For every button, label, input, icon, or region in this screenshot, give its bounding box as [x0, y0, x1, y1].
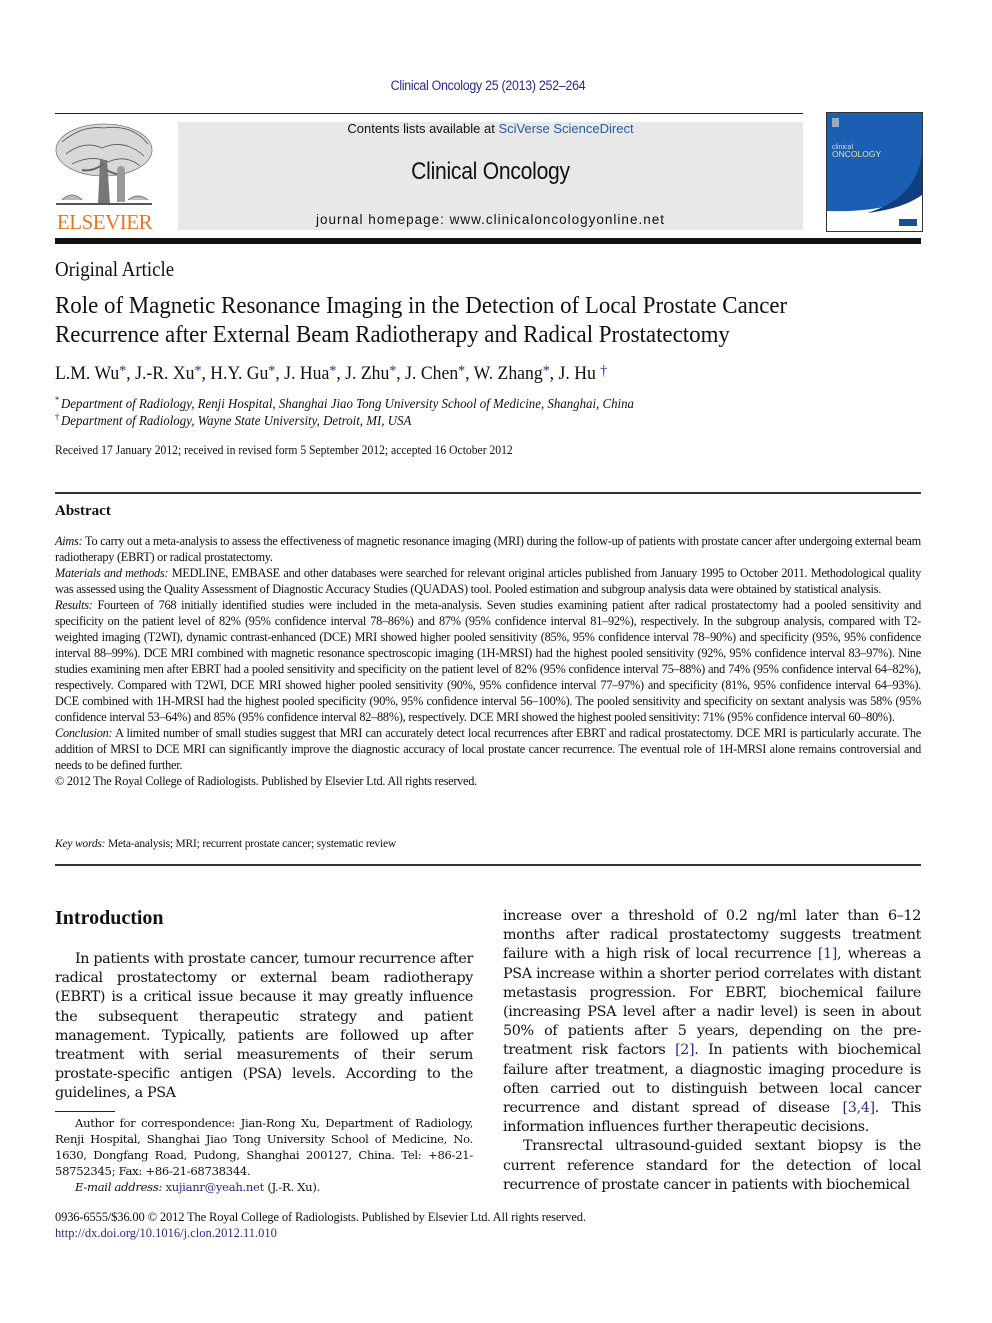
section-text: MEDLINE, EMBASE and other databases were… [55, 566, 921, 596]
author-list: L.M. Wu*, J.-R. Xu*, H.Y. Gu*, J. Hua*, … [55, 363, 608, 384]
paragraph: increase over a threshold of 0.2 ng/ml l… [503, 907, 921, 1137]
affiliation-mark[interactable]: * [458, 363, 465, 379]
keywords-list: Meta-analysis; MRI; recurrent prostate c… [105, 838, 396, 850]
paragraph: In patients with prostate cancer, tumour… [55, 951, 473, 1102]
section-label: Results: [55, 598, 93, 612]
abstract-aims: Aims: To carry out a meta-analysis to as… [55, 533, 921, 565]
header-divider [55, 113, 803, 114]
contents-availability: Contents lists available at SciVerse Sci… [178, 121, 803, 136]
journal-homepage[interactable]: journal homepage: www.clinicaloncologyon… [178, 212, 803, 227]
keywords: Key words: Meta-analysis; MRI; recurrent… [55, 838, 396, 850]
abstract-body: Aims: To carry out a meta-analysis to as… [55, 533, 921, 789]
author-name: H.Y. Gu [210, 363, 269, 384]
section-heading-introduction: Introduction [55, 907, 164, 929]
abstract-conclusion: Conclusion: A limited number of small st… [55, 725, 921, 773]
elsevier-logo[interactable]: ELSEVIER [52, 120, 157, 234]
header-thick-divider [55, 238, 921, 244]
affiliation-mark[interactable]: * [543, 363, 550, 379]
affiliation-text: Department of Radiology, Renji Hospital,… [60, 397, 634, 412]
journal-citation-link[interactable]: Clinical Oncology 25 (2013) 252–264 [39, 78, 937, 93]
section-text: A limited number of small studies sugges… [55, 726, 921, 772]
author-name: J. Zhu [345, 363, 390, 384]
issn-copyright: 0936-6555/$36.00 © 2012 The Royal Colleg… [55, 1210, 586, 1224]
author-name: J. Hu [558, 363, 596, 384]
doi-link[interactable]: http://dx.doi.org/10.1016/j.clon.2012.11… [55, 1226, 277, 1241]
body-column-left: In patients with prostate cancer, tumour… [55, 950, 473, 1104]
reference-link[interactable]: [2] [675, 1042, 695, 1058]
abstract-top-divider [55, 492, 921, 494]
reference-link[interactable]: [1] [818, 946, 838, 962]
email-line: E-mail address: xujianr@yeah.net (J.-R. … [55, 1179, 473, 1195]
author-name: J. Hua [284, 363, 330, 384]
sciencedirect-link[interactable]: SciVerse ScienceDirect [498, 121, 633, 136]
affiliation-mark[interactable]: * [194, 363, 201, 379]
correspondence-text: Author for correspondence: Jian-Rong Xu,… [55, 1116, 473, 1178]
affiliation-mark: † [55, 412, 60, 422]
body-column-right: increase over a threshold of 0.2 ng/ml l… [503, 907, 921, 1195]
abstract-heading: Abstract [55, 503, 111, 519]
author-name: J. Chen [405, 363, 459, 384]
author-name: L.M. Wu [55, 363, 120, 384]
article-title: Role of Magnetic Resonance Imaging in th… [55, 291, 878, 349]
correspondence-footnote: Author for correspondence: Jian-Rong Xu,… [55, 1115, 473, 1195]
section-label: Conclusion: [55, 726, 113, 740]
journal-title: Clinical Oncology [411, 158, 570, 185]
abstract-results: Results: Fourteen of 768 initially ident… [55, 597, 921, 725]
journal-cover-image[interactable]: clinical ONCOLOGY [826, 112, 923, 232]
affiliation-mark[interactable]: * [329, 363, 336, 379]
author-name: J.-R. Xu [135, 363, 195, 384]
article-type: Original Article [55, 257, 175, 281]
reference-link[interactable]: [3,4] [843, 1100, 876, 1116]
paragraph: Transrectal ultrasound-guided sextant bi… [503, 1138, 921, 1193]
email-suffix: (J.-R. Xu). [263, 1180, 320, 1194]
contents-prefix: Contents lists available at [347, 121, 499, 136]
affiliation-mark[interactable]: * [268, 363, 275, 379]
affiliation-mark: * [55, 395, 60, 405]
abstract-bottom-divider [55, 864, 921, 866]
svg-text:ONCOLOGY: ONCOLOGY [832, 149, 881, 159]
affiliation-mark[interactable]: † [600, 363, 607, 379]
elsevier-wordmark: ELSEVIER [56, 210, 153, 234]
affiliation-text: Department of Radiology, Wayne State Uni… [60, 414, 412, 429]
section-label: Aims: [55, 534, 83, 548]
footnote-divider [55, 1111, 115, 1112]
section-text: To carry out a meta-analysis to assess t… [55, 534, 921, 564]
affiliation: † Department of Radiology, Wayne State Un… [55, 412, 411, 430]
affiliation-mark[interactable]: * [389, 363, 396, 379]
abstract-methods: Materials and methods: MEDLINE, EMBASE a… [55, 565, 921, 597]
keywords-label: Key words: [55, 838, 106, 850]
article-history-dates: Received 17 January 2012; received in re… [55, 443, 513, 457]
article-title-line-2: Recurrence after External Beam Radiother… [55, 321, 730, 348]
elsevier-tree-icon [55, 123, 153, 205]
journal-cover-icon: clinical ONCOLOGY [827, 113, 922, 226]
email-label: E-mail address: [75, 1180, 163, 1194]
section-text: Fourteen of 768 initially identified stu… [55, 598, 921, 724]
author-name: W. Zhang [473, 363, 543, 384]
affiliation: * Department of Radiology, Renji Hospital… [55, 395, 634, 413]
affiliation-mark[interactable]: * [119, 363, 126, 379]
email-link[interactable]: xujianr@yeah.net [165, 1180, 264, 1194]
article-title-line-1: Role of Magnetic Resonance Imaging in th… [55, 292, 788, 319]
abstract-copyright: © 2012 The Royal College of Radiologists… [55, 774, 477, 788]
section-label: Materials and methods: [55, 566, 169, 580]
